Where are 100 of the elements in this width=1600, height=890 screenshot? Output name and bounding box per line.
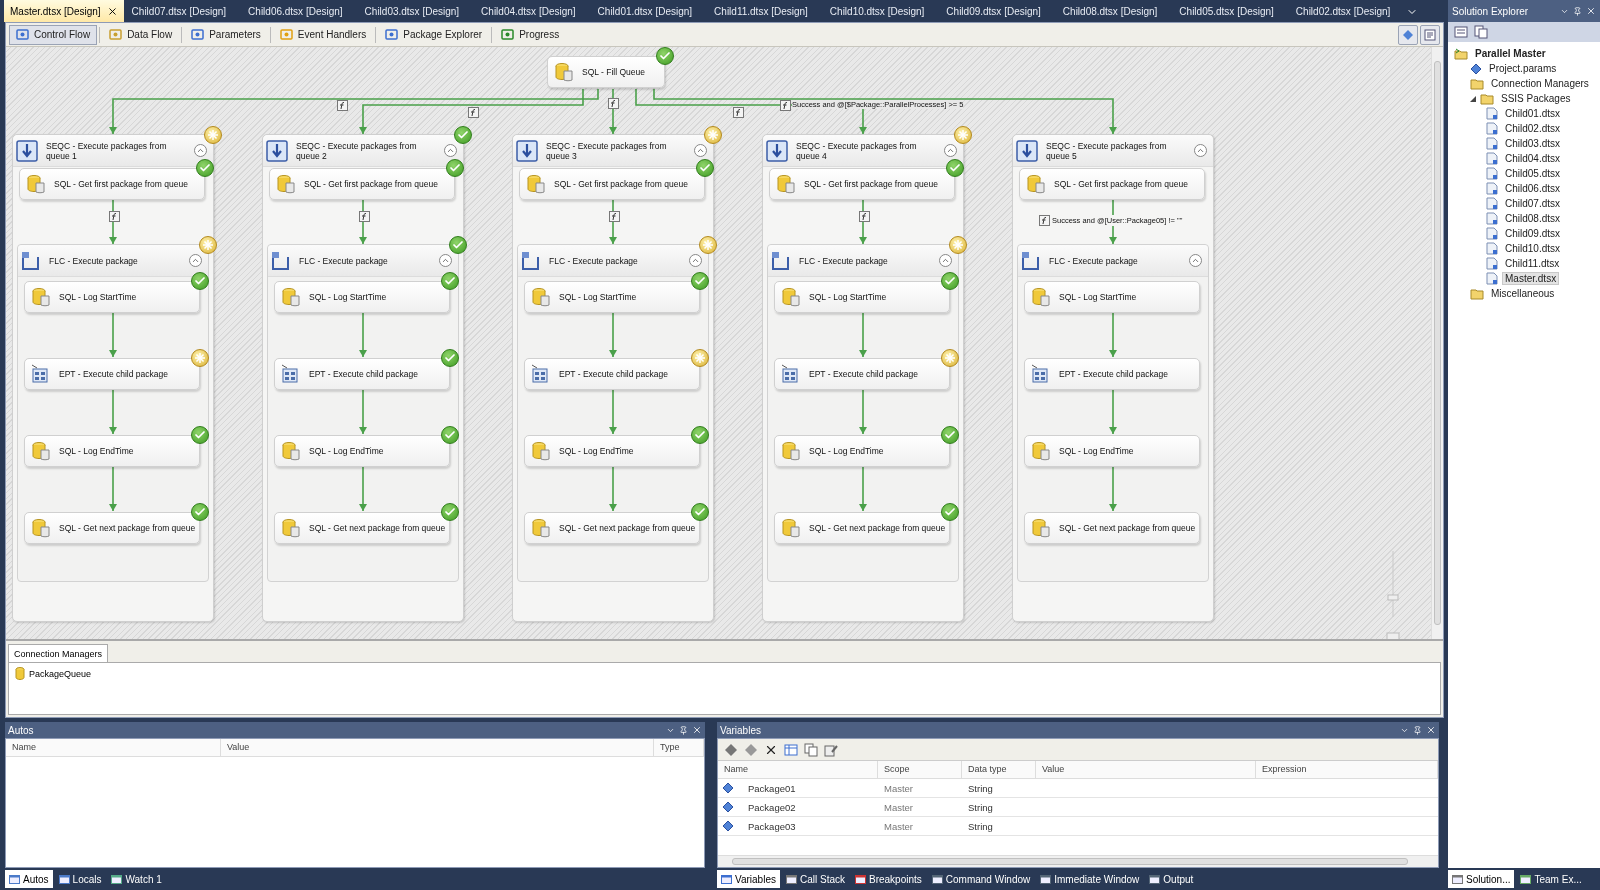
panel-tab[interactable]: Watch 1 xyxy=(107,870,166,888)
task-node[interactable]: EPT - Execute child package xyxy=(774,358,950,390)
designer-tab[interactable]: Progress xyxy=(494,24,567,45)
column-header[interactable]: Scope xyxy=(878,761,962,779)
collapse-button[interactable] xyxy=(939,254,952,267)
task-node[interactable]: SQL - Get next package from queue xyxy=(524,512,700,544)
collapse-button[interactable] xyxy=(944,144,957,157)
panel-tab[interactable]: Call Stack xyxy=(781,870,849,888)
task-node[interactable]: EPT - Execute child package xyxy=(524,358,700,390)
task-node[interactable]: SQL - Log EndTime xyxy=(774,435,950,467)
document-tab[interactable]: Child03.dtsx [Design] xyxy=(358,0,466,22)
task-node[interactable]: SQL - Log EndTime xyxy=(1024,435,1200,467)
task-node[interactable]: SQL - Log StartTime xyxy=(24,281,200,313)
move-variable-icon[interactable] xyxy=(744,742,758,757)
document-tab[interactable]: Child04.dtsx [Design] xyxy=(475,0,582,22)
document-tab[interactable]: Child08.dtsx [Design] xyxy=(1056,0,1164,22)
designer-tab[interactable]: Event Handlers xyxy=(272,24,374,45)
column-header[interactable]: Value xyxy=(1036,761,1256,779)
tree-item[interactable]: Miscellaneous xyxy=(1448,286,1600,301)
tree-item[interactable]: Child09.dtsx xyxy=(1448,226,1600,241)
properties-icon[interactable] xyxy=(1454,25,1468,39)
task-node[interactable]: SQL - Fill Queue xyxy=(547,56,665,88)
panel-tab[interactable]: Variables xyxy=(717,870,780,888)
collapse-button[interactable] xyxy=(194,144,207,157)
designer-tab[interactable]: Parameters xyxy=(184,24,268,45)
document-tab[interactable]: Child01.dtsx [Design] xyxy=(591,0,699,22)
task-node[interactable]: SQL - Log StartTime xyxy=(524,281,700,313)
collapse-button[interactable] xyxy=(439,254,452,267)
document-tab[interactable]: Child07.dtsx [Design] xyxy=(125,0,233,22)
tree-item[interactable]: Parallel Master xyxy=(1448,46,1600,61)
task-node[interactable]: SQL - Log StartTime xyxy=(774,281,950,313)
panel-tab[interactable]: Breakpoints xyxy=(850,870,926,888)
panel-tab[interactable]: Team Ex... xyxy=(1516,870,1586,888)
scrollbar[interactable] xyxy=(718,855,1438,867)
document-tab[interactable]: Child05.dtsx [Design] xyxy=(1173,0,1280,22)
panel-tab[interactable]: Output xyxy=(1145,870,1198,888)
tree-item[interactable]: Child10.dtsx xyxy=(1448,241,1600,256)
tree-item[interactable]: Child07.dtsx xyxy=(1448,196,1600,211)
task-node[interactable]: SQL - Get next package from queue xyxy=(774,512,950,544)
tree-item[interactable]: Child01.dtsx xyxy=(1448,106,1600,121)
designer-tab[interactable]: Package Explorer xyxy=(378,24,490,45)
edit-icon[interactable] xyxy=(824,742,838,757)
column-header[interactable]: Value xyxy=(221,739,654,757)
column-header[interactable]: Expression xyxy=(1256,761,1438,779)
tree-item[interactable]: Connection Managers xyxy=(1448,76,1600,91)
tree-item[interactable]: Child08.dtsx xyxy=(1448,211,1600,226)
tree-item[interactable]: Child02.dtsx xyxy=(1448,121,1600,136)
close-icon[interactable] xyxy=(106,5,118,17)
column-header[interactable]: Type xyxy=(654,739,704,757)
tree-item[interactable]: Project.params xyxy=(1448,61,1600,76)
panel-tab[interactable]: Autos xyxy=(5,870,53,888)
tree-item[interactable]: Child03.dtsx xyxy=(1448,136,1600,151)
task-node[interactable]: EPT - Execute child package xyxy=(24,358,200,390)
copy-icon[interactable] xyxy=(804,742,818,757)
variable-row[interactable]: Package02 Master String xyxy=(718,798,1438,818)
task-node[interactable]: EPT - Execute child package xyxy=(1024,358,1200,390)
tree-item[interactable]: Master.dtsx xyxy=(1448,271,1600,286)
document-tab[interactable]: Master.dtsx [Design] xyxy=(4,0,124,22)
document-tab[interactable]: Child10.dtsx [Design] xyxy=(823,0,931,22)
collapse-button[interactable] xyxy=(1189,254,1202,267)
document-tab[interactable]: Child06.dtsx [Design] xyxy=(242,0,349,22)
column-header[interactable]: Name xyxy=(718,761,878,779)
tree-item[interactable]: Child06.dtsx xyxy=(1448,181,1600,196)
variable-row[interactable]: Package03 Master String xyxy=(718,817,1438,837)
task-node[interactable]: SQL - Get next package from queue xyxy=(1024,512,1200,544)
tree-item[interactable]: Child11.dtsx xyxy=(1448,256,1600,271)
variable-row[interactable]: Package01 Master String xyxy=(718,779,1438,799)
collapse-button[interactable] xyxy=(1194,144,1207,157)
panel-tab[interactable]: Immediate Window xyxy=(1036,870,1144,888)
task-node[interactable]: SQL - Get first package from queue xyxy=(19,168,205,200)
panel-tab[interactable]: Locals xyxy=(54,870,106,888)
task-node[interactable]: SQL - Get first package from queue xyxy=(519,168,705,200)
document-tab[interactable]: Child02.dtsx [Design] xyxy=(1289,0,1397,22)
task-node[interactable]: SQL - Log StartTime xyxy=(274,281,450,313)
panel-tab[interactable]: Solution... xyxy=(1448,870,1515,888)
task-node[interactable]: SQL - Get next package from queue xyxy=(274,512,450,544)
scrollbar[interactable] xyxy=(1431,47,1443,639)
task-node[interactable]: SQL - Get first package from queue xyxy=(1019,168,1205,200)
add-variable-icon[interactable] xyxy=(724,742,738,757)
tree-item[interactable]: Child05.dtsx xyxy=(1448,166,1600,181)
task-node[interactable]: EPT - Execute child package xyxy=(274,358,450,390)
document-tab[interactable]: Child11.dtsx [Design] xyxy=(708,0,814,22)
toolbar-button[interactable] xyxy=(1398,24,1418,45)
grid-options-icon[interactable] xyxy=(784,742,798,757)
task-node[interactable]: SQL - Get first package from queue xyxy=(769,168,955,200)
collapse-button[interactable] xyxy=(694,144,707,157)
show-files-icon[interactable] xyxy=(1474,25,1488,39)
designer-tab[interactable]: Data Flow xyxy=(102,24,180,45)
task-node[interactable]: SQL - Log StartTime xyxy=(1024,281,1200,313)
task-node[interactable]: SQL - Log EndTime xyxy=(274,435,450,467)
column-header[interactable]: Name xyxy=(6,739,221,757)
panel-tab[interactable]: Command Window xyxy=(927,870,1035,888)
connection-manager-item[interactable]: PackageQueue xyxy=(15,667,1434,680)
column-header[interactable]: Data type xyxy=(962,761,1036,779)
task-node[interactable]: SQL - Log EndTime xyxy=(524,435,700,467)
toolbar-button[interactable] xyxy=(1420,24,1440,45)
collapse-button[interactable] xyxy=(189,254,202,267)
connection-managers-tab[interactable]: Connection Managers xyxy=(8,644,109,662)
task-node[interactable]: SQL - Get next package from queue xyxy=(24,512,200,544)
tree-item[interactable]: SSIS Packages xyxy=(1448,91,1600,106)
